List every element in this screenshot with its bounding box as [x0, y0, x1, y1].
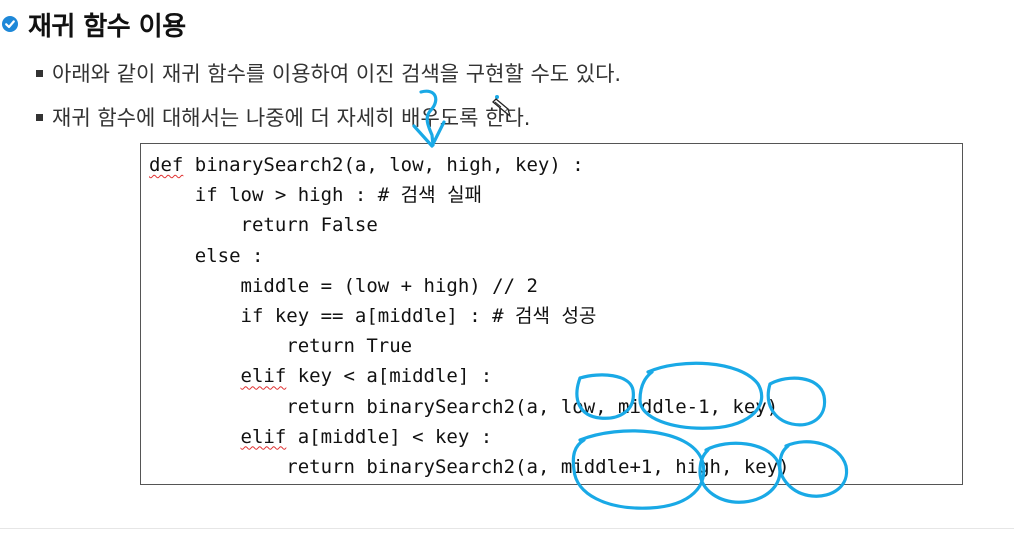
- code-text-segment: return True: [286, 335, 413, 358]
- code-line: return False: [149, 210, 790, 240]
- code-text-segment: return False: [240, 214, 378, 237]
- code-line: middle = (low + high) // 2: [149, 271, 790, 301]
- code-keyword: elif: [240, 425, 287, 448]
- code-text-segment: if low > high : # 검색 실패: [194, 184, 483, 207]
- code-text-segment: if key == a[middle] : # 검색 성공: [240, 304, 597, 327]
- bullet-square-icon: [36, 69, 43, 77]
- bullet-text: 아래와 같이 재귀 함수를 이용하여 이진 검색을 구현할 수도 있다.: [52, 62, 622, 86]
- code-text-segment: return binarySearch2(a, middle+1, high, …: [286, 455, 790, 478]
- slide-title: 재귀 함수 이용: [28, 11, 186, 42]
- code-text-segment: middle = (low + high) // 2: [240, 274, 538, 297]
- code-line: else :: [149, 241, 790, 271]
- code-text-segment: binarySearch2(a, low, high, key) :: [183, 154, 584, 176]
- code-text-segment: a[middle] < key :: [286, 425, 493, 448]
- code-line: if low > high : # 검색 실패: [149, 180, 790, 210]
- bullet-item: 재귀 함수에 대해서는 나중에 더 자세히 배우도록 한다.: [36, 102, 530, 132]
- code-line: return binarySearch2(a, middle+1, high, …: [149, 452, 790, 482]
- code-line: def binarySearch2(a, low, high, key) :: [149, 150, 790, 180]
- divider: [0, 528, 1014, 529]
- pen-cursor-icon: [491, 98, 513, 122]
- code-text-segment: return binarySearch2(a, low, middle-1, k…: [286, 395, 779, 418]
- code-line: elif a[middle] < key :: [149, 422, 790, 452]
- code-keyword: def: [149, 154, 184, 176]
- code-text: def binarySearch2(a, low, high, key) : i…: [149, 150, 790, 482]
- code-text-segment: else :: [194, 244, 264, 267]
- code-keyword: elif: [240, 365, 287, 388]
- bullet-square-icon: [36, 113, 43, 121]
- code-line: return binarySearch2(a, low, middle-1, k…: [149, 392, 790, 422]
- slide-title-row: 재귀 함수 이용: [0, 4, 186, 44]
- code-block: def binarySearch2(a, low, high, key) : i…: [140, 143, 963, 485]
- code-line: elif key < a[middle] :: [149, 361, 790, 391]
- code-text-segment: key < a[middle] :: [286, 365, 493, 388]
- check-circle-icon: [2, 16, 18, 32]
- bullet-text: 재귀 함수에 대해서는 나중에 더 자세히 배우도록 한다.: [52, 106, 531, 130]
- code-line: return True: [149, 331, 790, 361]
- bullet-item: 아래와 같이 재귀 함수를 이용하여 이진 검색을 구현할 수도 있다.: [36, 58, 621, 88]
- code-line: if key == a[middle] : # 검색 성공: [149, 301, 790, 331]
